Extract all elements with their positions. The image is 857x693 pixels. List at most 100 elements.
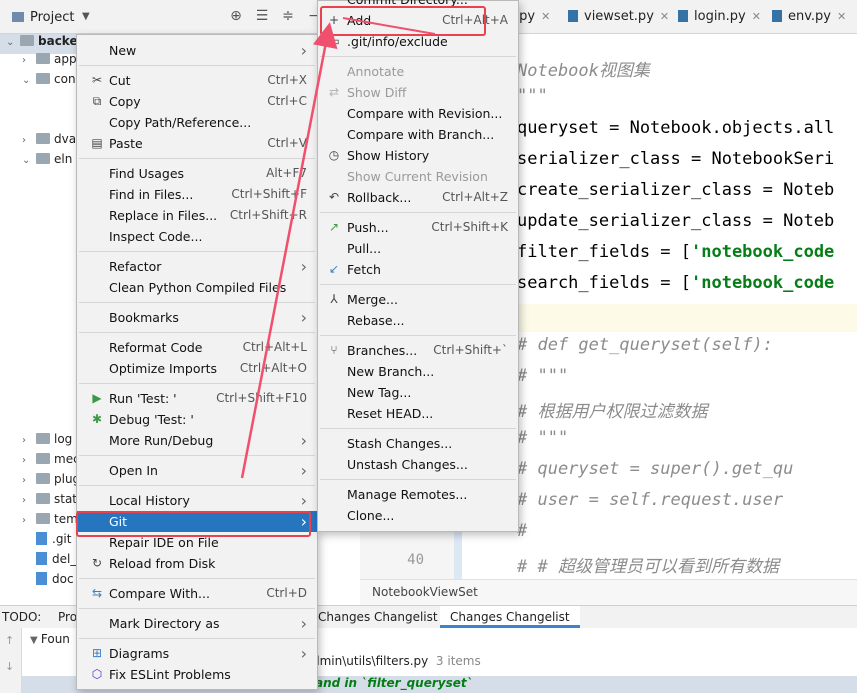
menu-item-label: Copy Path/Reference... bbox=[109, 115, 252, 130]
locate-icon[interactable]: ⊕ bbox=[228, 8, 244, 24]
menu-item-more-run-debug[interactable]: More Run/Debug › bbox=[77, 430, 317, 451]
tree-item[interactable]: › tem bbox=[22, 512, 78, 532]
git-menu-item-rollback[interactable]: ↶ Rollback... Ctrl+Alt+Z bbox=[318, 187, 518, 208]
git-menu-item-fetch[interactable]: ↙ Fetch bbox=[318, 259, 518, 280]
editor-tab[interactable]: login.py ✕ bbox=[678, 0, 761, 34]
tab-project[interactable]: Pro bbox=[58, 606, 77, 628]
todo-file-row[interactable]: dmin\utils\filters.py 3 items bbox=[312, 654, 481, 668]
menu-item-new[interactable]: New › bbox=[77, 40, 317, 61]
tab-changes-changelist-2[interactable]: Changes Changelist bbox=[440, 606, 580, 628]
project-panel-header: Project ▼ ⊕ ☰ ≑ − bbox=[0, 0, 360, 34]
chevron-right-icon[interactable]: › bbox=[22, 435, 36, 446]
chevron-down-icon[interactable]: ⌄ bbox=[6, 37, 20, 48]
menu-item-bookmarks[interactable]: Bookmarks › bbox=[77, 307, 317, 328]
menu-item-shortcut: Alt+F7 bbox=[266, 166, 307, 180]
tree-item[interactable]: ⌄ eln bbox=[22, 152, 72, 172]
menu-separator bbox=[79, 251, 315, 252]
project-title[interactable]: Project bbox=[12, 10, 74, 25]
editor-tab[interactable]: .py ✕ bbox=[515, 0, 550, 34]
git-menu-item-branches[interactable]: ⑂ Branches... Ctrl+Shift+` bbox=[318, 340, 518, 361]
chevron-down-icon[interactable]: ▼ bbox=[82, 11, 90, 22]
menu-item-label: Compare With... bbox=[109, 586, 210, 601]
chevron-right-icon[interactable]: › bbox=[22, 495, 36, 506]
menu-item-optimize-imports[interactable]: Optimize Imports Ctrl+Alt+O bbox=[77, 358, 317, 379]
collapse-all-icon[interactable]: ☰ bbox=[254, 8, 270, 24]
breadcrumb[interactable]: NotebookViewSet bbox=[360, 579, 857, 605]
tree-item[interactable]: › dva bbox=[22, 132, 76, 152]
close-icon[interactable]: ✕ bbox=[541, 10, 550, 23]
git-menu-item-reset-head[interactable]: Reset HEAD... bbox=[318, 403, 518, 424]
menu-item-label: Manage Remotes... bbox=[347, 487, 468, 502]
git-menu-item-compare-with-revision[interactable]: Compare with Revision... bbox=[318, 103, 518, 124]
editor-tab[interactable]: viewset.py ✕ bbox=[568, 0, 669, 34]
git-menu-item-unstash-changes[interactable]: Unstash Changes... bbox=[318, 454, 518, 475]
menu-item-label: Stash Changes... bbox=[347, 436, 453, 451]
chevron-right-icon[interactable]: › bbox=[22, 475, 36, 486]
tree-item[interactable]: .git bbox=[22, 532, 71, 552]
menu-item-find-in-files[interactable]: Find in Files... Ctrl+Shift+F bbox=[77, 184, 317, 205]
chevron-down-icon[interactable]: ⌄ bbox=[22, 155, 36, 166]
tree-item[interactable]: doc bbox=[22, 572, 74, 592]
git-menu-item-new-branch[interactable]: New Branch... bbox=[318, 361, 518, 382]
tree-item[interactable]: › mec bbox=[22, 452, 80, 472]
editor-tab-label: env.py bbox=[788, 9, 831, 24]
close-icon[interactable]: ✕ bbox=[660, 10, 669, 23]
menu-item-reload-from-disk[interactable]: ↻ Reload from Disk bbox=[77, 553, 317, 574]
git-menu-item-manage-remotes[interactable]: Manage Remotes... bbox=[318, 484, 518, 505]
menu-item-replace-in-files[interactable]: Replace in Files... Ctrl+Shift+R bbox=[77, 205, 317, 226]
git-menu-item-pull[interactable]: Pull... bbox=[318, 238, 518, 259]
close-icon[interactable]: ✕ bbox=[837, 10, 846, 23]
tree-item[interactable]: del_ bbox=[22, 552, 76, 572]
tree-item[interactable]: › log bbox=[22, 432, 72, 452]
folder-icon bbox=[36, 473, 50, 484]
git-menu-item-push[interactable]: ↗ Push... Ctrl+Shift+K bbox=[318, 217, 518, 238]
arrow-down-icon[interactable]: ↓ bbox=[5, 660, 14, 673]
menu-item-debug-test[interactable]: ✱ Debug 'Test: ' bbox=[77, 409, 317, 430]
menu-item-mark-directory-as[interactable]: Mark Directory as › bbox=[77, 613, 317, 634]
project-context-menu: New › ✂ Cut Ctrl+X ⧉ Copy Ctrl+C Copy Path/Refer… bbox=[76, 34, 318, 690]
menu-item-local-history[interactable]: Local History › bbox=[77, 490, 317, 511]
git-menu-item-compare-with-branch[interactable]: Compare with Branch... bbox=[318, 124, 518, 145]
chevron-right-icon[interactable]: › bbox=[22, 135, 36, 146]
menu-item-inspect-code[interactable]: Inspect Code... bbox=[77, 226, 317, 247]
menu-item-label: Cut bbox=[109, 73, 131, 88]
menu-item-clean-python-compiled-files[interactable]: Clean Python Compiled Files bbox=[77, 277, 317, 298]
menu-item-paste[interactable]: ▤ Paste Ctrl+V bbox=[77, 133, 317, 154]
menu-item-fix-eslint-problems[interactable]: ⬡ Fix ESLint Problems bbox=[77, 664, 317, 685]
chevron-right-icon[interactable]: › bbox=[22, 515, 36, 526]
git-menu-item-rebase[interactable]: Rebase... bbox=[318, 310, 518, 331]
tree-item[interactable]: › plug bbox=[22, 472, 80, 492]
menu-item-label: Copy bbox=[109, 94, 141, 109]
menu-item-refactor[interactable]: Refactor › bbox=[77, 256, 317, 277]
git-menu-item-new-tag[interactable]: New Tag... bbox=[318, 382, 518, 403]
chevron-right-icon[interactable]: › bbox=[22, 55, 36, 66]
chevron-down-icon[interactable]: ⌄ bbox=[22, 75, 36, 86]
menu-item-open-in[interactable]: Open In › bbox=[77, 460, 317, 481]
menu-item-compare-with[interactable]: ⇆ Compare With... Ctrl+D bbox=[77, 583, 317, 604]
editor-tab[interactable]: env.py ✕ bbox=[772, 0, 846, 34]
branch-icon: ⑂ bbox=[330, 343, 338, 357]
close-icon[interactable]: ✕ bbox=[752, 10, 761, 23]
arrow-up-icon[interactable]: ↑ bbox=[5, 634, 14, 647]
git-menu-item-stash-changes[interactable]: Stash Changes... bbox=[318, 433, 518, 454]
folder-icon bbox=[36, 53, 50, 64]
menu-item-copy-path-reference[interactable]: Copy Path/Reference... bbox=[77, 112, 317, 133]
menu-item-label: Branches... bbox=[347, 343, 418, 358]
tree-item[interactable]: › stat bbox=[22, 492, 77, 512]
menu-item-diagrams[interactable]: ⊞ Diagrams › bbox=[77, 643, 317, 664]
chevron-right-icon: › bbox=[300, 461, 307, 480]
chevron-right-icon[interactable]: › bbox=[22, 455, 36, 466]
git-menu-item-clone[interactable]: Clone... bbox=[318, 505, 518, 526]
menu-item-copy[interactable]: ⧉ Copy Ctrl+C bbox=[77, 91, 317, 112]
git-menu-item-show-history[interactable]: ◷ Show History bbox=[318, 145, 518, 166]
todo-found-row[interactable]: ▼ Foun bbox=[30, 632, 70, 646]
git-menu-item-merge[interactable]: ⅄ Merge... bbox=[318, 289, 518, 310]
expand-all-icon[interactable]: ≑ bbox=[280, 8, 296, 24]
menu-item-reformat-code[interactable]: Reformat Code Ctrl+Alt+L bbox=[77, 337, 317, 358]
menu-item-run-test[interactable]: ▶ Run 'Test: ' Ctrl+Shift+F10 bbox=[77, 388, 317, 409]
menu-item-cut[interactable]: ✂ Cut Ctrl+X bbox=[77, 70, 317, 91]
tree-item[interactable]: › app bbox=[22, 52, 77, 72]
tree-item[interactable]: ⌄ con bbox=[22, 72, 76, 92]
menu-item-find-usages[interactable]: Find Usages Alt+F7 bbox=[77, 163, 317, 184]
tab-changes-changelist-1[interactable]: Changes Changelist bbox=[318, 606, 438, 628]
